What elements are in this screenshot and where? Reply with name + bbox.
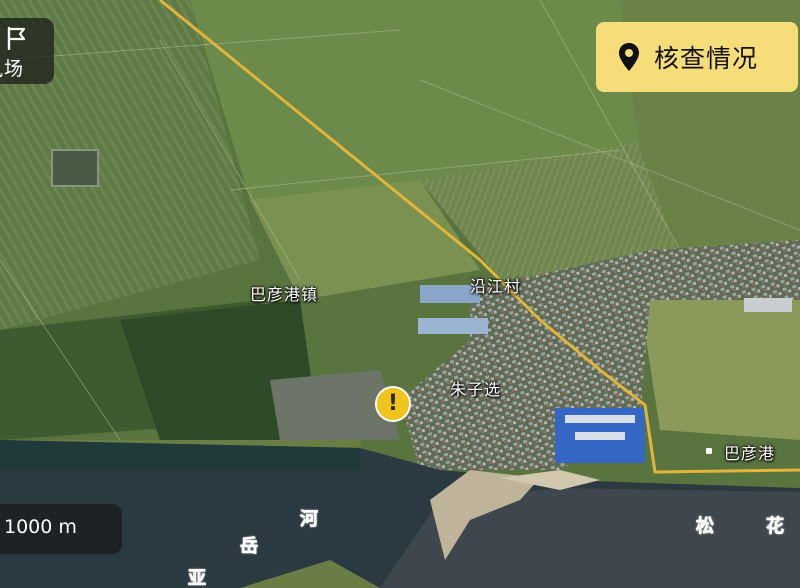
map-view[interactable]: 巴彦港镇 沿江村 朱子选 巴彦港 河 岳 亚 松 花 风场 核查情况 ! 100…: [0, 0, 800, 588]
greenhouse-2: [418, 318, 488, 334]
river-label-char: 花: [766, 516, 785, 538]
place-label-village-yanjiang: 沿江村: [470, 277, 522, 296]
scale-bar: 1000 m: [0, 504, 122, 554]
poi-marker-dot[interactable]: [706, 448, 712, 454]
place-label-village-zhuzi: 朱子选: [450, 380, 502, 399]
field-se: [640, 290, 800, 440]
wind-farm-badge[interactable]: 风场: [0, 18, 54, 84]
flag-icon: [7, 26, 26, 50]
river-label-char: 松: [696, 516, 715, 538]
exclamation-icon: !: [387, 391, 399, 416]
wind-farm-label: 风场: [0, 58, 25, 80]
place-label-bayangang: 巴彦港: [724, 444, 776, 463]
location-pin-icon: [619, 43, 639, 71]
place-label-town: 巴彦港镇: [250, 285, 319, 304]
scale-label: 1000 m: [4, 516, 77, 538]
check-status-button[interactable]: 核查情况: [596, 22, 798, 92]
check-status-label: 核查情况: [654, 44, 759, 73]
river-label-char: 岳: [240, 536, 259, 558]
alert-marker[interactable]: !: [375, 386, 411, 422]
river-label-char: 河: [300, 509, 319, 531]
river-label-char: 亚: [188, 568, 207, 588]
